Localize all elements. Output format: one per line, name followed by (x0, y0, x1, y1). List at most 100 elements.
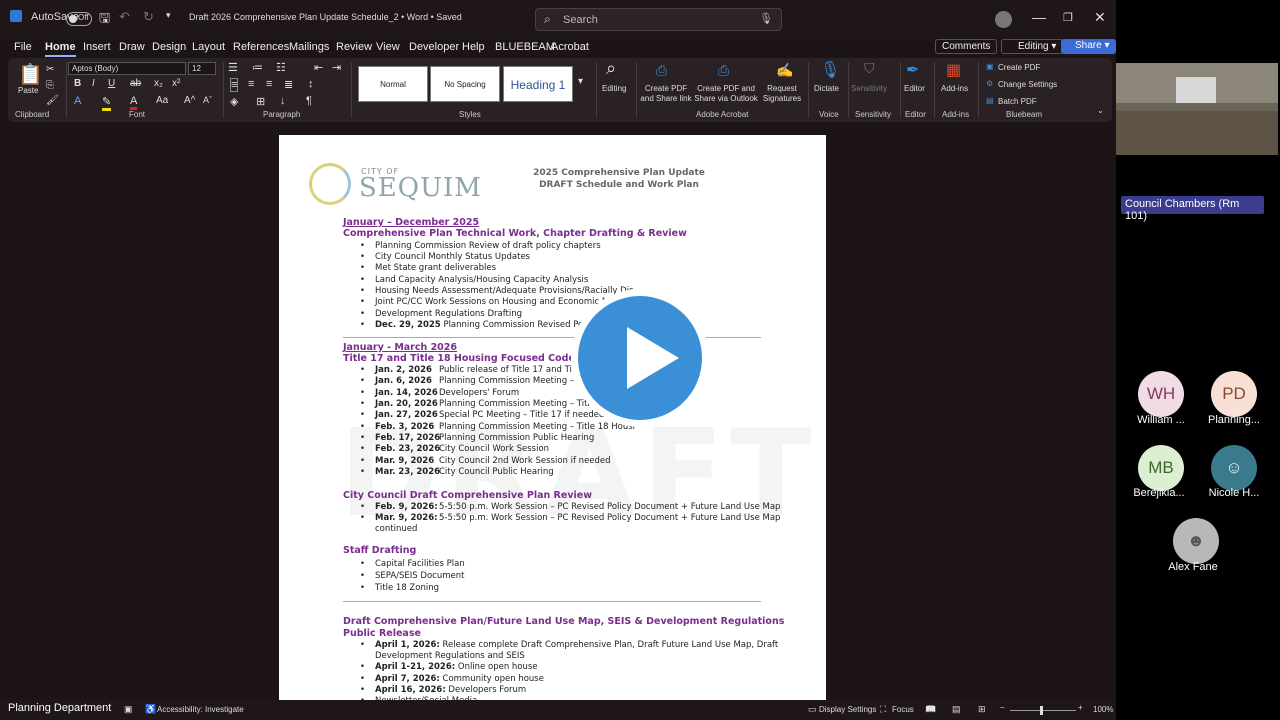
font-name-select[interactable]: Aptos (Body) (68, 62, 186, 75)
accessibility-status[interactable]: Accessibility: Investigate (157, 705, 244, 714)
council-chambers-video[interactable] (1116, 63, 1278, 155)
participant-avatar-person-icon[interactable]: ☺ (1211, 445, 1257, 491)
tab-references[interactable]: References (233, 41, 289, 53)
highlight-icon[interactable]: ✎ (102, 95, 112, 111)
document-title[interactable]: Draft 2026 Comprehensive Plan Update Sch… (189, 12, 462, 22)
tab-view[interactable]: View (376, 41, 400, 53)
zoom-slider[interactable] (1010, 710, 1076, 711)
tab-acrobat[interactable]: Acrobat (551, 41, 589, 53)
tab-draw[interactable]: Draw (119, 41, 145, 53)
copy-icon[interactable]: ⎘ (46, 80, 54, 91)
editor-button[interactable]: Editor (904, 84, 925, 93)
participant-avatar[interactable]: PD (1211, 371, 1257, 417)
zoom-in-icon[interactable]: + (1078, 703, 1083, 712)
create-pdf-outlook-button[interactable]: Create PDF and Share via Outlook (694, 84, 758, 104)
line-spacing-icon[interactable]: ↕ (308, 78, 314, 90)
item-date: Jan. 2, 2026 (375, 365, 432, 375)
underline-icon[interactable]: U (108, 78, 115, 89)
tab-mailings[interactable]: Mailings (289, 41, 329, 53)
format-painter-icon[interactable]: 🖌 (46, 95, 59, 106)
font-color-icon[interactable]: A (130, 95, 138, 110)
clipboard-icon[interactable]: 📋 (18, 62, 43, 87)
redo-icon[interactable]: ↻ (143, 9, 154, 25)
editing-button[interactable]: Editing (602, 84, 626, 93)
subscript-icon[interactable]: x₂ (154, 78, 163, 89)
bluebeam-create-pdf-button[interactable]: Create PDF (998, 63, 1040, 72)
cut-icon[interactable]: ✂ (46, 64, 54, 75)
create-pdf-share-link-button[interactable]: Create PDF and Share link (638, 84, 694, 104)
strikethrough-icon[interactable]: ab (130, 78, 141, 89)
increase-indent-icon[interactable]: ⇥ (332, 61, 341, 74)
zoom-level[interactable]: 100% (1093, 705, 1113, 714)
zoom-out-icon[interactable]: − (1000, 703, 1005, 712)
find-icon[interactable]: ⌕ (606, 58, 616, 79)
minimize-icon[interactable]: — (1032, 9, 1046, 25)
style-normal[interactable]: Normal (358, 66, 428, 102)
align-left-icon[interactable]: ≡ (230, 78, 239, 92)
bold-icon[interactable]: B (74, 78, 81, 89)
tab-insert[interactable]: Insert (83, 41, 111, 53)
align-right-icon[interactable]: ≡ (266, 78, 272, 90)
bluebeam-change-settings-button[interactable]: Change Settings (998, 80, 1057, 89)
video-play-button[interactable] (571, 289, 709, 427)
participant-avatar[interactable]: MB (1138, 445, 1184, 491)
editing-mode-button[interactable]: Editing ▾ (1001, 39, 1064, 54)
participant-photo-avatar[interactable]: ☻ (1173, 518, 1219, 564)
request-signatures-button[interactable]: Request Signatures (760, 84, 804, 104)
tab-home[interactable]: Home (45, 41, 76, 57)
maximize-icon[interactable]: ❐ (1063, 11, 1073, 24)
multilevel-list-icon[interactable]: ☷ (276, 61, 286, 74)
style-no-spacing[interactable]: No Spacing (430, 66, 500, 102)
tab-bluebeam[interactable]: BLUEBEAM (495, 41, 555, 53)
close-icon[interactable]: ✕ (1094, 9, 1106, 26)
numbering-icon[interactable]: ≔ (252, 61, 263, 74)
save-icon[interactable]: 🖫 (99, 9, 110, 31)
justify-icon[interactable]: ≣ (284, 78, 293, 91)
search-box[interactable]: ⌕ Search 🎙 (535, 8, 782, 31)
dictate-button[interactable]: Dictate (814, 84, 839, 93)
shrink-font-icon[interactable]: Aˇ (203, 95, 212, 105)
tab-design[interactable]: Design (152, 41, 186, 53)
tab-layout[interactable]: Layout (192, 41, 225, 53)
paste-button[interactable]: Paste (18, 86, 38, 95)
web-layout-icon[interactable]: ⊞ (978, 704, 986, 715)
decrease-indent-icon[interactable]: ⇤ (314, 61, 323, 74)
bullets-icon[interactable]: ☰ (228, 61, 238, 74)
italic-icon[interactable]: I (92, 78, 95, 89)
font-size-select[interactable]: 12 (188, 62, 216, 75)
superscript-icon[interactable]: x² (172, 78, 180, 89)
participant-avatar[interactable]: WH (1138, 371, 1184, 417)
print-layout-icon[interactable]: ▤ (952, 704, 961, 715)
sort-icon[interactable]: ↓ (280, 95, 286, 107)
tab-review[interactable]: Review (336, 41, 372, 53)
customize-toolbar-icon[interactable]: ▾ (166, 10, 171, 21)
document-page[interactable]: DRAFT CITY OF SEQUIM 2025 Comprehensive … (279, 135, 826, 705)
styles-more-icon[interactable]: ▾ (578, 76, 583, 87)
collapse-ribbon-icon[interactable]: ⌄ (1097, 106, 1104, 115)
undo-icon[interactable]: ↶ (119, 9, 130, 25)
focus-button[interactable]: Focus (892, 705, 914, 714)
account-avatar[interactable] (995, 11, 1012, 28)
share-button[interactable]: Share ▾ (1061, 39, 1116, 54)
addins-button[interactable]: Add-ins (941, 84, 968, 93)
zoom-slider-thumb[interactable] (1040, 706, 1043, 715)
search-input[interactable]: Search (563, 14, 598, 26)
style-heading-1[interactable]: Heading 1 (503, 66, 573, 102)
tab-file[interactable]: File (14, 41, 32, 53)
show-marks-icon[interactable]: ¶ (306, 95, 312, 107)
tab-help[interactable]: Help (462, 41, 485, 53)
align-center-icon[interactable]: ≡ (248, 78, 254, 90)
shading-icon[interactable]: ◈ (230, 95, 238, 108)
display-settings-button[interactable]: Display Settings (819, 705, 876, 714)
bluebeam-batch-pdf-button[interactable]: Batch PDF (998, 97, 1037, 106)
borders-icon[interactable]: ⊞ (256, 95, 265, 108)
font-case-icon[interactable]: Aa (156, 95, 168, 106)
comments-button[interactable]: Comments (935, 39, 998, 54)
read-mode-icon[interactable]: 📖 (925, 704, 936, 715)
text-effects-icon[interactable]: A (74, 95, 81, 107)
tab-developer[interactable]: Developer (409, 41, 459, 53)
microphone-icon[interactable]: 🎙 (759, 12, 773, 25)
editor-icon: ✒ (906, 62, 920, 79)
grow-font-icon[interactable]: A^ (184, 95, 195, 106)
proofing-icon[interactable]: ▣ (124, 704, 133, 715)
